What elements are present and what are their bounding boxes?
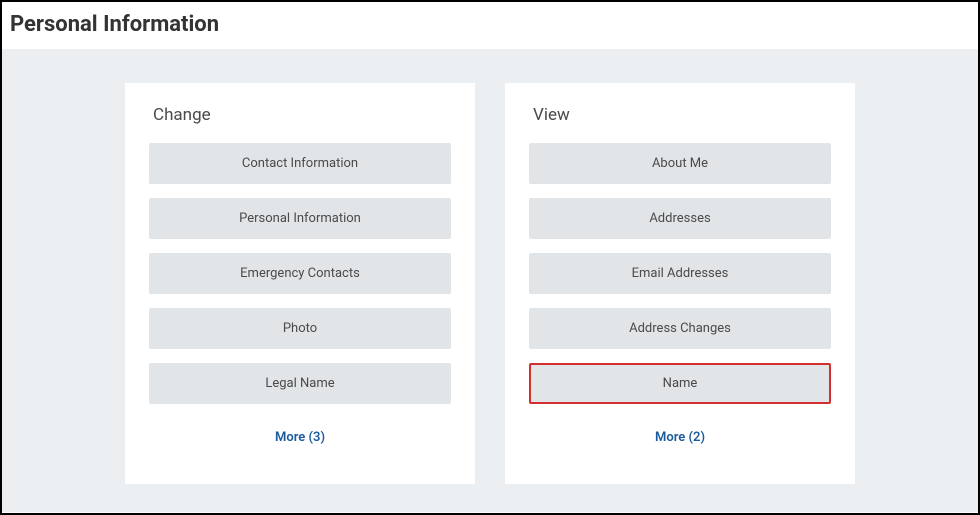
card-view: View About Me Addresses Email Addresses … — [505, 83, 855, 484]
change-personal-information-button[interactable]: Personal Information — [149, 198, 451, 239]
view-more-link[interactable]: More (2) — [529, 424, 831, 451]
page-title: Personal Information — [2, 2, 978, 49]
card-change-title: Change — [153, 105, 451, 125]
view-name-button[interactable]: Name — [529, 363, 831, 404]
content-area: Change Contact Information Personal Info… — [2, 49, 978, 512]
change-contact-information-button[interactable]: Contact Information — [149, 143, 451, 184]
change-photo-button[interactable]: Photo — [149, 308, 451, 349]
change-legal-name-button[interactable]: Legal Name — [149, 363, 451, 404]
card-view-title: View — [533, 105, 831, 125]
view-about-me-button[interactable]: About Me — [529, 143, 831, 184]
view-addresses-button[interactable]: Addresses — [529, 198, 831, 239]
change-emergency-contacts-button[interactable]: Emergency Contacts — [149, 253, 451, 294]
change-more-link[interactable]: More (3) — [149, 424, 451, 451]
view-address-changes-button[interactable]: Address Changes — [529, 308, 831, 349]
view-email-addresses-button[interactable]: Email Addresses — [529, 253, 831, 294]
card-change: Change Contact Information Personal Info… — [125, 83, 475, 484]
